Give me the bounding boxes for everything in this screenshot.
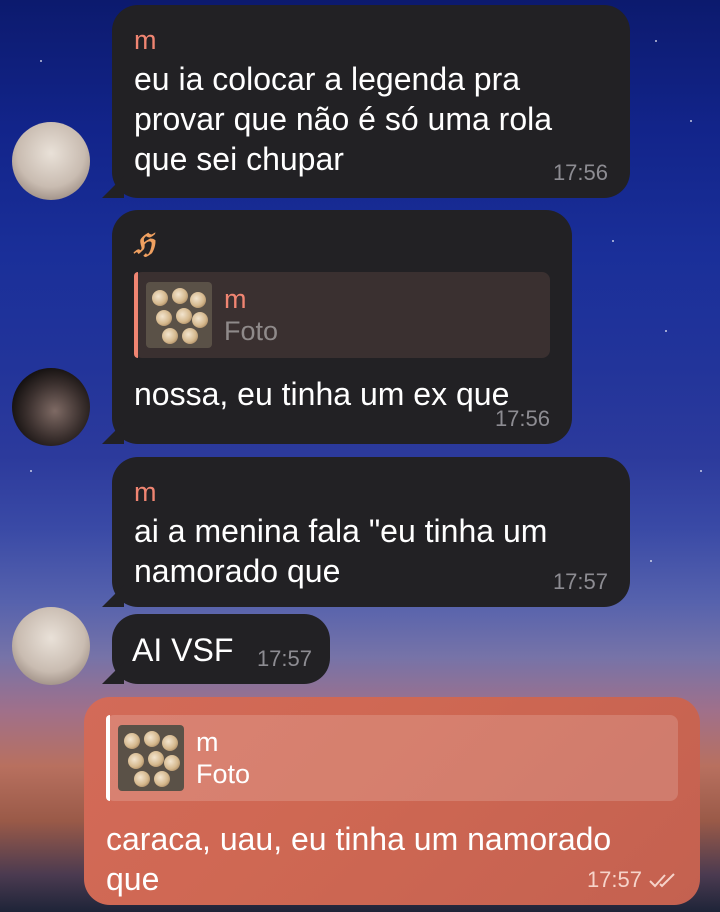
message-bubble[interactable]: AI VSF 17:57	[112, 614, 330, 684]
outgoing-message-bubble[interactable]: m Foto caraca, uau, eu tinha um namorado…	[84, 697, 700, 905]
message-text: AI VSF	[132, 632, 234, 668]
sender-name[interactable]: m	[134, 475, 608, 509]
message-text: eu ia colocar a legenda pra provar que n…	[134, 61, 553, 177]
reply-type: Foto	[196, 759, 251, 789]
reply-sender: m	[224, 284, 247, 314]
message-time: 17:57	[586, 867, 642, 892]
avatar[interactable]	[12, 368, 90, 446]
message-time: 17:57	[552, 569, 608, 594]
reply-preview[interactable]: m Foto	[134, 272, 550, 358]
reply-type: Foto	[224, 316, 279, 346]
avatar[interactable]	[12, 607, 90, 685]
message-time-row: 17:57	[587, 867, 678, 893]
double-check-icon	[649, 873, 675, 888]
photo-thumbnail	[146, 282, 212, 348]
message-text: ai a menina fala "eu tinha um namorado q…	[134, 513, 548, 589]
reply-bar	[106, 715, 110, 801]
message-bubble[interactable]: m ai a menina fala "eu tinha um namorado…	[112, 457, 630, 607]
reply-preview[interactable]: m Foto	[106, 715, 678, 801]
reply-sender: m	[196, 727, 219, 757]
message-time: 17:56	[552, 160, 608, 185]
message-bubble[interactable]: m eu ia colocar a legenda pra provar que…	[112, 5, 630, 198]
message-time: 17:56	[494, 406, 550, 431]
photo-thumbnail	[118, 725, 184, 791]
message-time: 17:57	[256, 646, 312, 671]
reply-bar	[134, 272, 138, 358]
message-text: nossa, eu tinha um ex que	[134, 376, 510, 412]
sender-name[interactable]: ℌ	[134, 228, 550, 262]
chat-screen: { "messages": [ {"sender": "m", "lines":…	[0, 0, 720, 912]
sender-name[interactable]: m	[134, 23, 608, 57]
message-bubble[interactable]: ℌ m Foto nossa, eu tinha um ex que 17:56	[112, 210, 572, 444]
avatar[interactable]	[12, 122, 90, 200]
